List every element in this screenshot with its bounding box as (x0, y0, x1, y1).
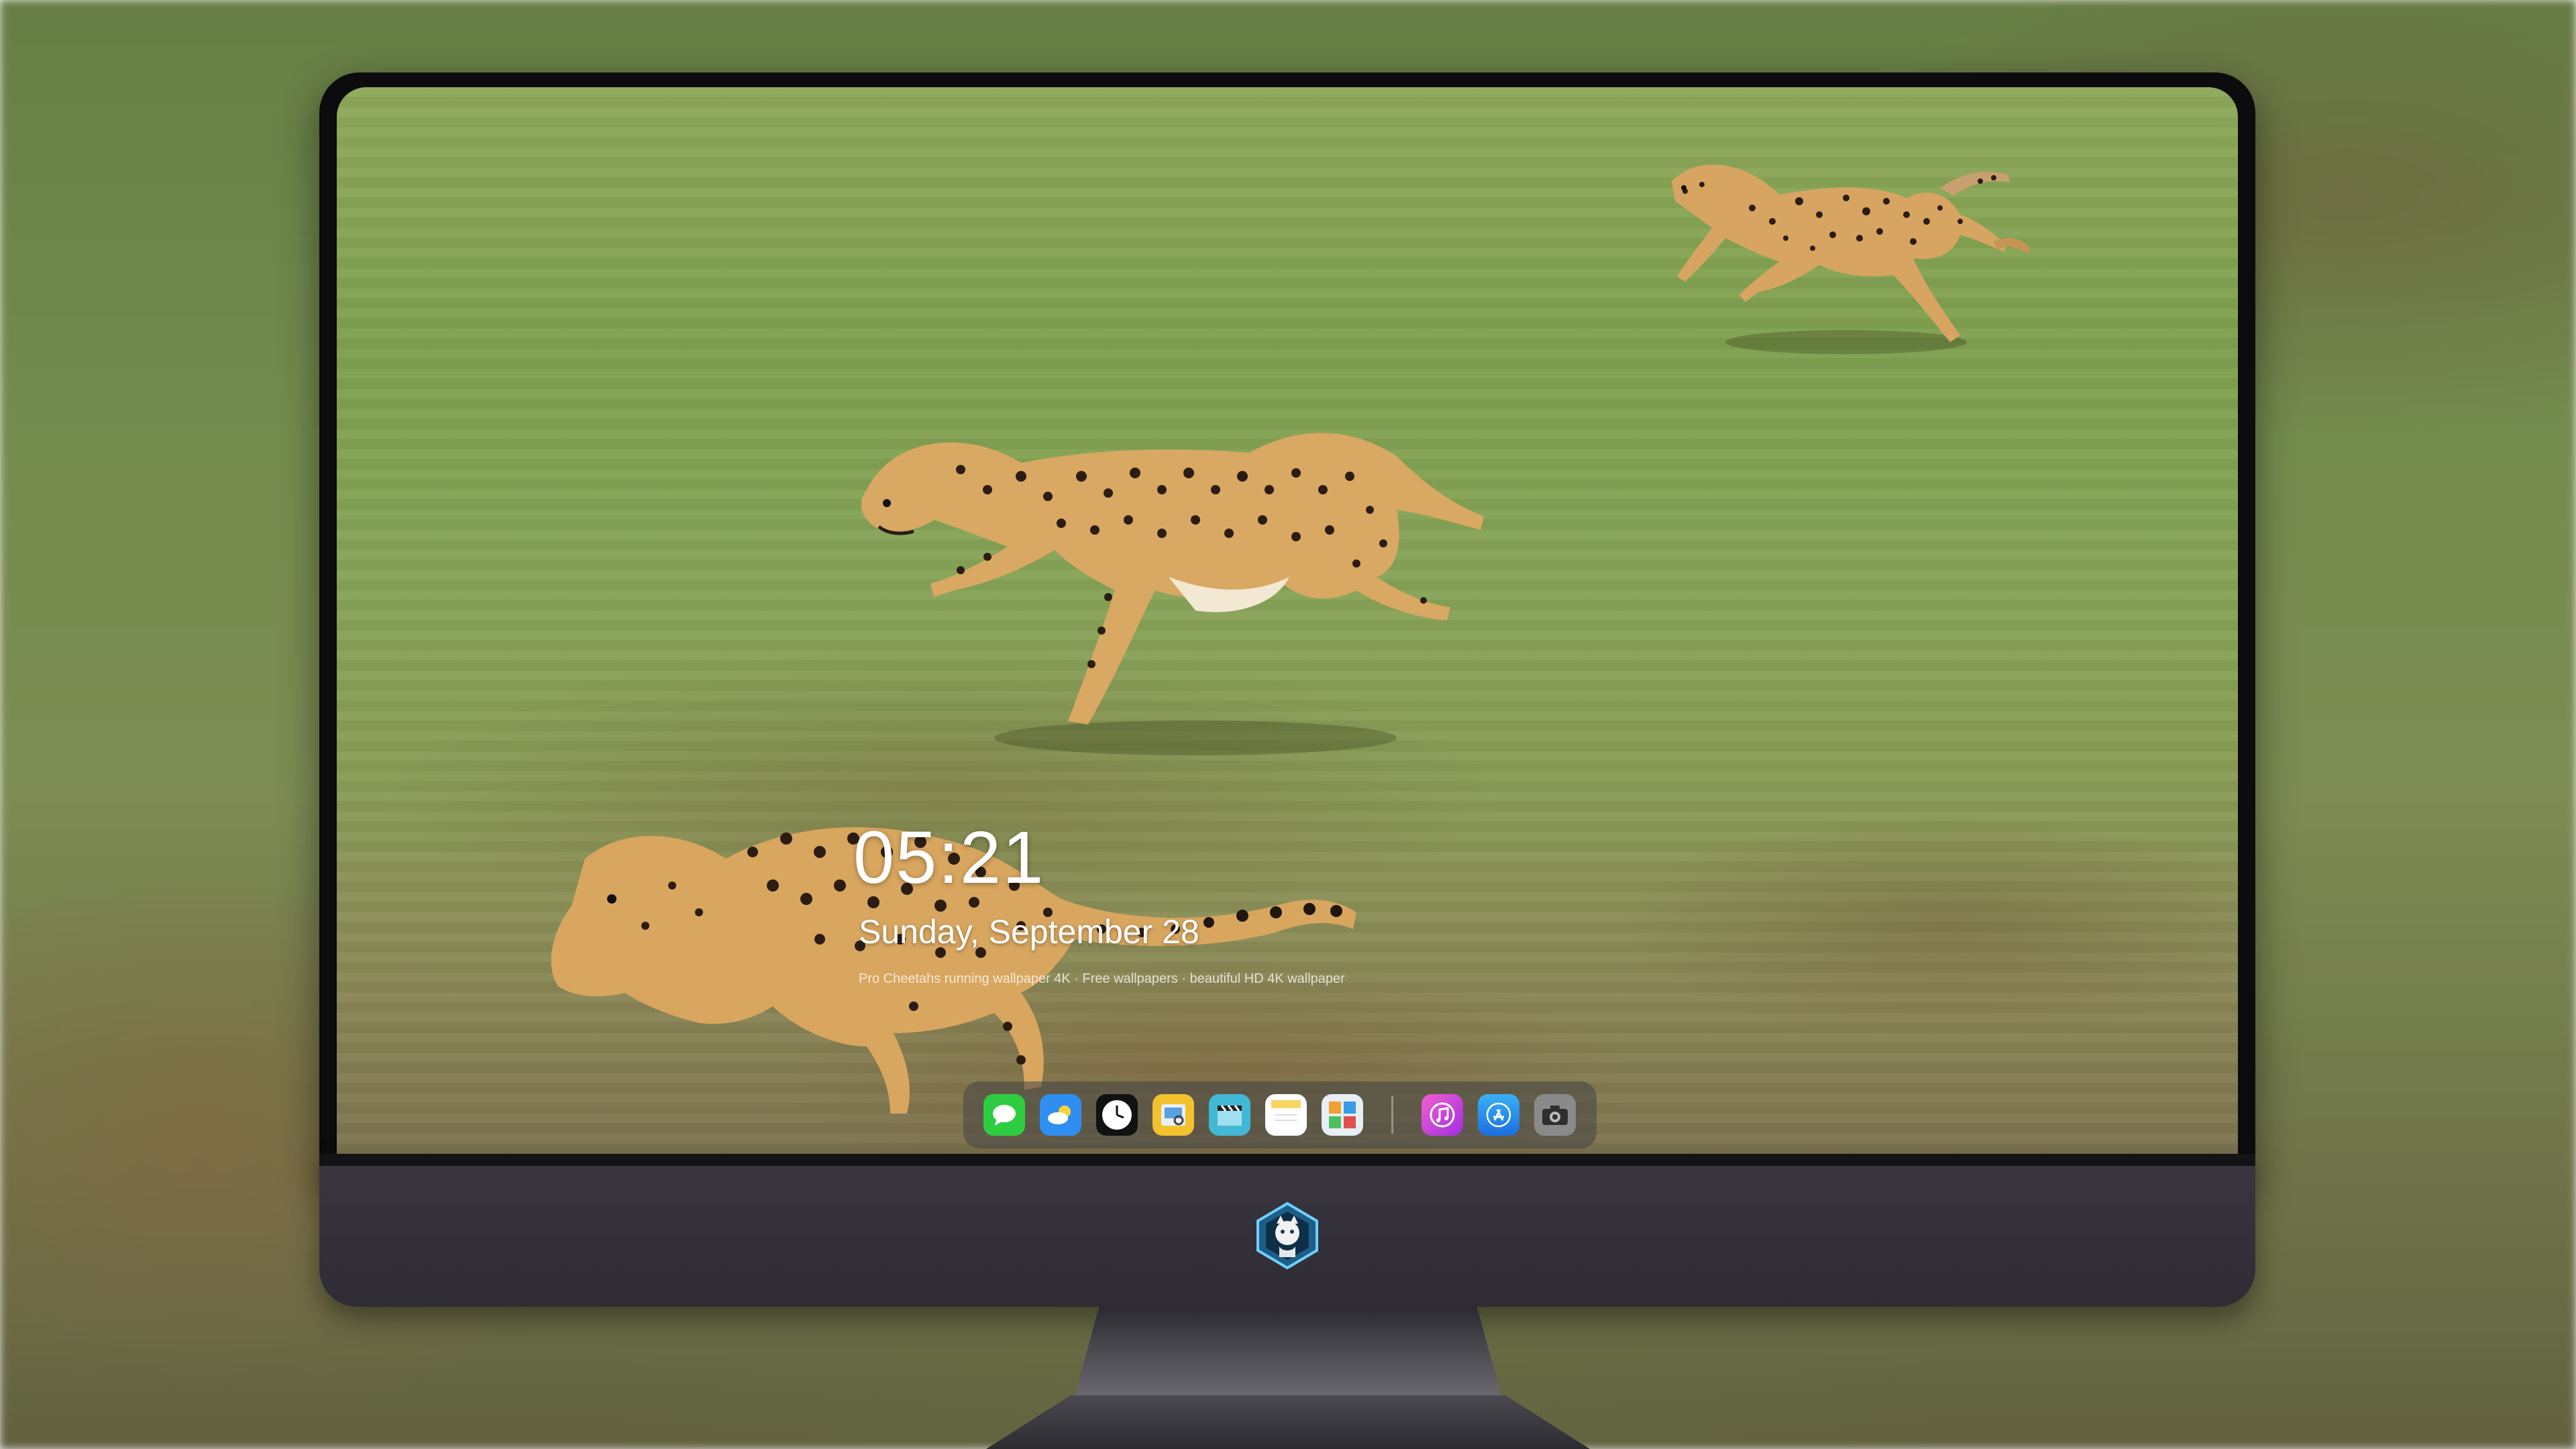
cheetah-image-top (1672, 164, 2031, 354)
weather-icon[interactable] (1040, 1094, 1081, 1136)
music-icon[interactable] (1421, 1094, 1463, 1136)
notes-icon[interactable] (1265, 1094, 1307, 1136)
dock (963, 1081, 1597, 1148)
desktop-screen: 05:21 Sunday, September 28 Pro Cheetahs … (337, 87, 2238, 1154)
screen-bottom-edge (319, 1154, 2255, 1166)
mascot-logo-icon (1252, 1201, 1322, 1271)
messages-icon[interactable] (983, 1094, 1025, 1136)
wallpaper-credit: Pro Cheetahs running wallpaper 4K · Free… (859, 971, 1345, 986)
camera-icon[interactable] (1534, 1094, 1576, 1136)
app-store-icon[interactable] (1478, 1094, 1519, 1136)
clapperboard-icon[interactable] (1209, 1094, 1250, 1136)
lock-screen-date: Sunday, September 28 (859, 913, 1199, 951)
preview-icon[interactable] (1152, 1094, 1194, 1136)
monitor-stand-neck (1073, 1307, 1503, 1401)
monitor-stand-base (986, 1395, 1590, 1449)
dock-separator (1391, 1096, 1393, 1134)
lock-screen-clock: 05:21 (853, 816, 1045, 899)
cheetah-image-middle (861, 433, 1484, 755)
gallery-icon[interactable] (1322, 1094, 1363, 1136)
clock-icon[interactable] (1096, 1094, 1138, 1136)
